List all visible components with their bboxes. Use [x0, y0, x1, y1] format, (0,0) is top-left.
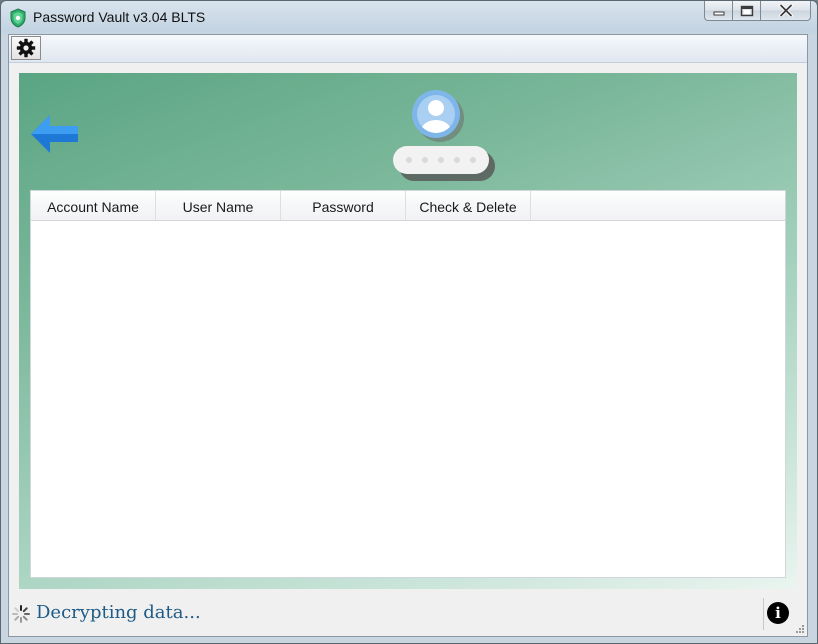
window-controls — [704, 1, 811, 21]
toolbar — [9, 35, 807, 63]
settings-button[interactable] — [11, 36, 41, 60]
column-header-password[interactable]: Password — [281, 191, 406, 220]
table-header: Account Name User Name Password Check & … — [31, 191, 785, 221]
back-arrow-icon — [31, 115, 78, 153]
minimize-icon — [713, 11, 724, 15]
info-icon: i — [775, 604, 781, 622]
status-bar: Decrypting data... i — [9, 592, 807, 636]
shield-icon — [10, 8, 26, 28]
gear-icon — [16, 38, 36, 58]
loading-spinner-icon — [12, 605, 30, 623]
status-text: Decrypting data... — [36, 602, 201, 623]
back-button[interactable] — [28, 111, 82, 157]
maximize-icon — [740, 5, 753, 16]
user-badge — [385, 90, 495, 186]
info-button[interactable]: i — [767, 602, 789, 624]
status-divider — [763, 598, 764, 630]
user-avatar-icon — [393, 90, 495, 181]
minimize-button[interactable] — [704, 1, 733, 21]
client-area: Account Name User Name Password Check & … — [8, 34, 808, 637]
title-bar[interactable]: Password Vault v3.04 BLTS — [1, 1, 817, 34]
column-header-user-name[interactable]: User Name — [156, 191, 281, 220]
column-header-check-delete[interactable]: Check & Delete — [406, 191, 531, 220]
accounts-table[interactable]: Account Name User Name Password Check & … — [30, 190, 786, 578]
vault-panel: Account Name User Name Password Check & … — [19, 73, 797, 589]
column-header-account-name[interactable]: Account Name — [31, 191, 156, 220]
app-window: Password Vault v3.04 BLTS Account Name U… — [0, 0, 818, 644]
close-icon — [778, 4, 793, 17]
window-title: Password Vault v3.04 BLTS — [33, 9, 206, 25]
maximize-button[interactable] — [733, 1, 761, 21]
close-button[interactable] — [761, 1, 811, 21]
resize-grip-icon[interactable] — [795, 624, 805, 634]
